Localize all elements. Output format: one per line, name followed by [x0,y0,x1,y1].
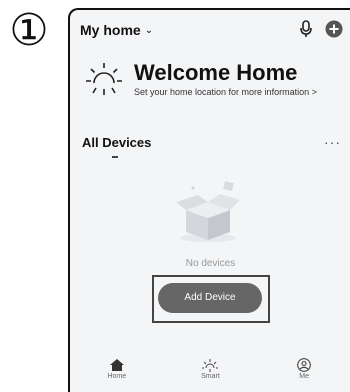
sun-icon [86,63,122,95]
sun-icon [202,359,219,372]
top-actions [299,20,343,38]
tab-smart-label: Smart [201,373,220,380]
welcome-title: Welcome Home [134,60,298,85]
empty-box-illustration [176,181,240,242]
bottom-tab-bar: Home Smart Me [70,358,350,392]
tab-all-devices[interactable]: All Devices [82,135,151,150]
empty-state-text: No devices [185,258,236,269]
step-number-marker: ① [9,5,49,56]
devices-header: All Devices ··· [82,134,341,150]
tab-home-label: Home [107,373,127,380]
microphone-icon[interactable] [299,20,313,38]
home-selector-title[interactable]: My home [80,22,141,38]
welcome-text: Welcome Home Set your home location for … [134,60,317,98]
tab-me-label: Me [299,373,309,380]
phone-screen: My home ⌄ Welcome Home Set your home loc… [68,8,350,392]
chevron-down-icon[interactable]: ⌄ [145,25,153,36]
set-location-link[interactable]: Set your home location for more informat… [134,87,317,97]
welcome-banner[interactable]: Welcome Home Set your home location for … [84,56,341,102]
tab-me[interactable]: Me [264,358,344,380]
add-plus-icon[interactable] [325,20,343,38]
add-device-button[interactable]: Add Device [158,283,262,313]
tab-active-indicator [112,156,118,158]
top-bar: My home ⌄ [70,10,350,50]
more-options-icon[interactable]: ··· [324,134,341,150]
home-icon [109,359,124,371]
tab-smart[interactable]: Smart [170,358,250,380]
tab-home[interactable]: Home [77,358,157,380]
user-icon [297,358,311,372]
